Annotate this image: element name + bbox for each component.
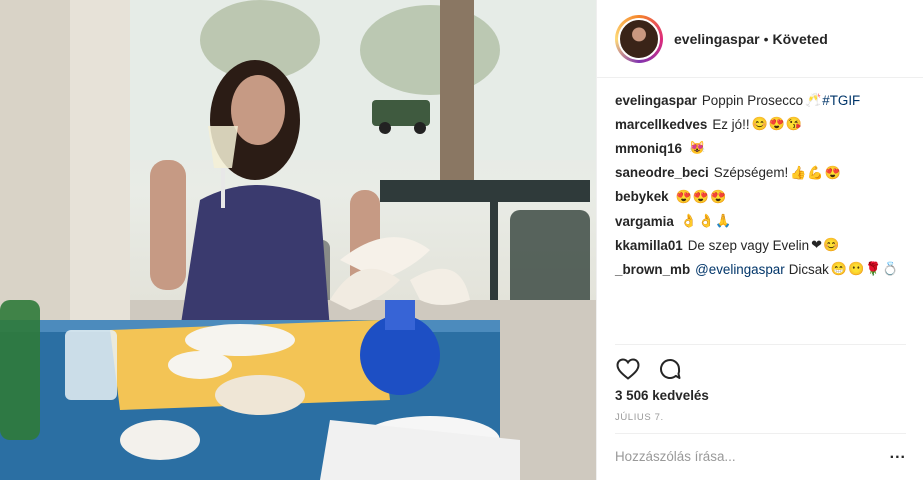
instagram-post: evelingaspar • Követed evelingaspar Popp…: [0, 0, 923, 480]
comment-text: De szep vagy Evelin: [687, 237, 810, 253]
comment-emoji: 👌👌🙏: [680, 213, 733, 229]
comment-item: marcellkedves Ez jó!! 😊😍😘: [615, 112, 915, 136]
header-text: evelingaspar • Követed: [674, 31, 828, 47]
follow-state-button[interactable]: Követed: [773, 31, 828, 47]
comment-username[interactable]: _brown_mb: [615, 262, 690, 277]
comment-item: _brown_mb @evelingaspar Dicsak 😁😶🌹💍: [615, 257, 915, 281]
comment-username[interactable]: mmoniq16: [615, 141, 682, 156]
post-date[interactable]: JÚLIUS 7.: [615, 412, 664, 423]
comment-item: mmoniq16 😻: [615, 136, 915, 160]
avatar[interactable]: [615, 14, 663, 63]
comment-text: Poppin Prosecco: [701, 92, 804, 108]
comment-emoji: 🥂: [805, 92, 823, 108]
post-sidebar: evelingaspar • Követed evelingaspar Popp…: [596, 0, 923, 480]
comment-emoji: 😊😍😘: [751, 116, 804, 132]
comment-list: evelingaspar Poppin Prosecco 🥂 #TGIF mar…: [615, 88, 915, 282]
comment-item: bebykek 😍😍😍: [615, 185, 915, 209]
comment-username[interactable]: marcellkedves: [615, 117, 707, 132]
comment-hashtag[interactable]: #TGIF: [822, 93, 860, 108]
post-photo[interactable]: [0, 0, 596, 480]
comment-emoji: 😻: [688, 140, 707, 156]
comment-item: evelingaspar Poppin Prosecco 🥂 #TGIF: [615, 88, 915, 112]
heart-icon[interactable]: [615, 356, 641, 382]
comment-username[interactable]: bebykek: [615, 189, 669, 204]
comment-username[interactable]: saneodre_beci: [615, 165, 709, 180]
post-header: evelingaspar • Követed: [597, 0, 923, 78]
avatar-image: [618, 17, 660, 60]
photo-illustration: [0, 0, 596, 480]
comment-input[interactable]: [615, 449, 865, 464]
post-actions: [615, 344, 906, 388]
comment-text: Szépségem!: [713, 165, 789, 181]
comment-item: saneodre_beci Szépségem! 👍💪😍: [615, 161, 915, 185]
header-username[interactable]: evelingaspar: [674, 31, 760, 47]
comment-username[interactable]: vargamia: [615, 214, 674, 229]
comment-username[interactable]: evelingaspar: [615, 93, 697, 108]
comment-username[interactable]: kkamilla01: [615, 238, 683, 253]
like-count[interactable]: 3 506 kedvelés: [615, 388, 709, 403]
comment-emoji: ❤😊: [811, 237, 841, 253]
header-separator: •: [763, 30, 769, 47]
comment-text: Ez jó!!: [712, 116, 750, 132]
comment-mention[interactable]: @evelingaspar: [695, 262, 785, 277]
comment-item: vargamia 👌👌🙏: [615, 209, 915, 233]
comment-emoji: 😍😍😍: [675, 188, 728, 204]
comment-emoji: 😁😶🌹💍: [830, 261, 900, 277]
comment-text: Dicsak: [788, 261, 829, 277]
more-options-button[interactable]: ...: [890, 445, 906, 469]
add-comment-bar: ...: [615, 433, 906, 479]
comment-icon[interactable]: [657, 356, 683, 382]
comment-emoji: 👍💪😍: [790, 164, 842, 180]
comment-item: kkamilla01 De szep vagy Evelin ❤😊: [615, 233, 915, 257]
